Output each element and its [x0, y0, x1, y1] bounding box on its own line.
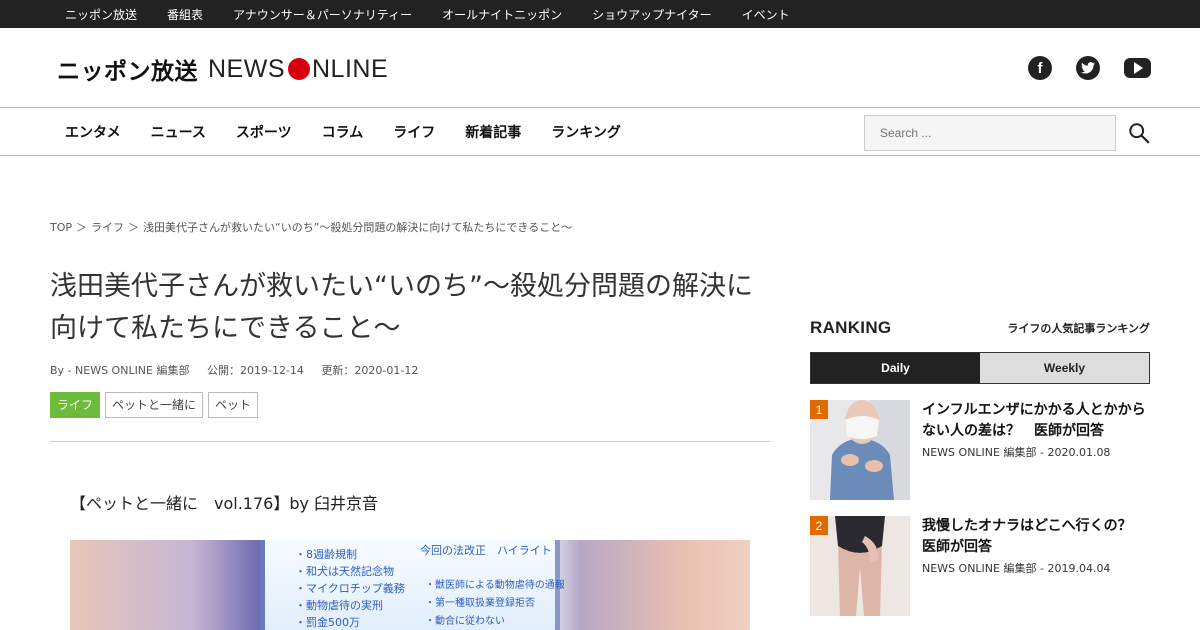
ranking-item-title[interactable]: 我慢したオナラはどこへ行くの？ 医師が回答: [922, 516, 1150, 558]
screen-text: ・第一種取扱業登録拒否: [425, 598, 535, 609]
screen-text: ・8週齢規制: [295, 548, 357, 561]
screen-text: ・罰金500万: [295, 616, 360, 629]
top-bar: ニッポン放送 番組表 アナウンサー＆パーソナリティー オールナイトニッポン ショ…: [0, 0, 1200, 28]
article-meta: By - NEWS ONLINE 編集部 公開：2019-12-14 更新：20…: [50, 362, 432, 378]
rank-badge: 1: [810, 400, 828, 419]
logo-red-dot-icon: [288, 58, 310, 80]
breadcrumb-separator: ＞: [76, 221, 88, 234]
article-tags: ライフ ペットと一緒に ペット: [50, 392, 263, 418]
ranking-item[interactable]: 1 インフルエンザにかかる人とかからない人の差は？ 医師が回答 NEWS ONL…: [810, 400, 1150, 500]
nav-item-entame[interactable]: エンタメ: [65, 122, 121, 142]
breadcrumb-life[interactable]: ライフ: [91, 221, 124, 234]
tab-weekly[interactable]: Weekly: [980, 353, 1149, 383]
topbar-link-event[interactable]: イベント: [742, 6, 790, 23]
screen-text: 今回の法改正 ハイライト: [420, 544, 552, 557]
rank-badge: 2: [810, 516, 828, 535]
tab-daily[interactable]: Daily: [811, 353, 980, 383]
ranking-title: RANKING: [810, 318, 892, 337]
youtube-icon[interactable]: [1124, 58, 1151, 78]
breadcrumb-current: 浅田美代子さんが救いたい“いのち”～殺処分問題の解決に向けて私たちにできること～: [143, 221, 573, 234]
topbar-link-nippon-housou[interactable]: ニッポン放送: [65, 6, 137, 23]
article-updated-date: 更新：2020-01-12: [321, 364, 419, 377]
ranking-text: インフルエンザにかかる人とかからない人の差は？ 医師が回答 NEWS ONLIN…: [922, 400, 1150, 460]
nav-item-life[interactable]: ライフ: [393, 122, 435, 142]
article-author[interactable]: By - NEWS ONLINE 編集部: [50, 364, 190, 377]
topbar-link-bangumihyo[interactable]: 番組表: [167, 6, 203, 23]
ranking-item-title[interactable]: インフルエンザにかかる人とかからない人の差は？ 医師が回答: [922, 400, 1150, 442]
nav-item-sports[interactable]: スポーツ: [236, 122, 292, 142]
nav-item-ranking[interactable]: ランキング: [551, 122, 621, 142]
ranking-item[interactable]: 2 我慢したオナラはどこへ行くの？ 医師が回答 NEWS ONLINE 編集部 …: [810, 516, 1150, 616]
tag-pet[interactable]: ペット: [208, 392, 259, 418]
article-title: 浅田美代子さんが救いたい“いのち”～殺処分問題の解決に向けて私たちにできること～: [50, 271, 753, 344]
breadcrumb: TOP ＞ライフ＞浅田美代子さんが救いたい“いのち”～殺処分問題の解決に向けて私た…: [50, 219, 576, 235]
ranking-subtitle: ライフの人気記事ランキング: [1007, 322, 1150, 335]
search-icon[interactable]: [1128, 122, 1150, 144]
article-lead: 【ペットと一緒に vol.176】by 臼井京音: [70, 494, 379, 513]
presentation-screen: ・8週齢規制 ・和犬は天然記念物 ・マイクロチップ義務 ・動物虐待の実刑 ・罰金…: [260, 540, 565, 630]
breadcrumb-top[interactable]: TOP: [50, 221, 72, 234]
facebook-icon[interactable]: f: [1028, 56, 1052, 80]
ranking-item-meta: NEWS ONLINE 編集部 - 2020.01.08: [922, 446, 1111, 459]
ranking-thumbnail[interactable]: 1: [810, 400, 910, 500]
nav-item-news[interactable]: ニュース: [151, 122, 206, 142]
tag-life[interactable]: ライフ: [50, 392, 101, 418]
site-logo[interactable]: ニッポン放送 NEWS NLINE: [57, 54, 389, 86]
ranking-header: RANKING ライフの人気記事ランキング: [810, 318, 1150, 338]
ranking-thumbnail[interactable]: 2: [810, 516, 910, 616]
ranking-tabs: Daily Weekly: [810, 352, 1150, 384]
tag-pet-together[interactable]: ペットと一緒に: [105, 392, 204, 418]
main-nav: エンタメ ニュース スポーツ コラム ライフ 新着記事 ランキング: [0, 109, 1200, 156]
nav-item-column[interactable]: コラム: [322, 122, 364, 142]
topbar-link-allnightnippon[interactable]: オールナイトニッポン: [442, 6, 562, 23]
breadcrumb-separator: ＞: [128, 221, 140, 234]
nav-item-new-articles[interactable]: 新着記事: [465, 122, 521, 142]
site-header: ニッポン放送 NEWS NLINE f: [0, 28, 1200, 108]
ranking-item-meta: NEWS ONLINE 編集部 - 2019.04.04: [922, 562, 1111, 575]
screen-text: ・マイクロチップ義務: [295, 582, 405, 595]
logo-en-text: NEWS NLINE: [208, 54, 389, 83]
article-divider: [50, 441, 770, 442]
topbar-link-showup-nighter[interactable]: ショウアップナイター: [592, 6, 712, 23]
screen-text: ・和犬は天然記念物: [295, 565, 394, 578]
twitter-icon[interactable]: [1076, 56, 1100, 80]
screen-text: ・動合に従わない: [425, 616, 505, 627]
search-input[interactable]: [864, 115, 1116, 151]
article-photo: ・8週齢規制 ・和犬は天然記念物 ・マイクロチップ義務 ・動物虐待の実刑 ・罰金…: [70, 540, 750, 630]
screen-text: ・獣医師による動物虐待の通報: [425, 580, 565, 591]
logo-jp-text: ニッポン放送: [57, 59, 198, 85]
ranking-text: 我慢したオナラはどこへ行くの？ 医師が回答 NEWS ONLINE 編集部 - …: [922, 516, 1150, 576]
screen-text: ・動物虐待の実刑: [295, 599, 383, 612]
topbar-link-announcer[interactable]: アナウンサー＆パーソナリティー: [233, 6, 412, 23]
article-published-date: 公開：2019-12-14: [207, 364, 304, 377]
